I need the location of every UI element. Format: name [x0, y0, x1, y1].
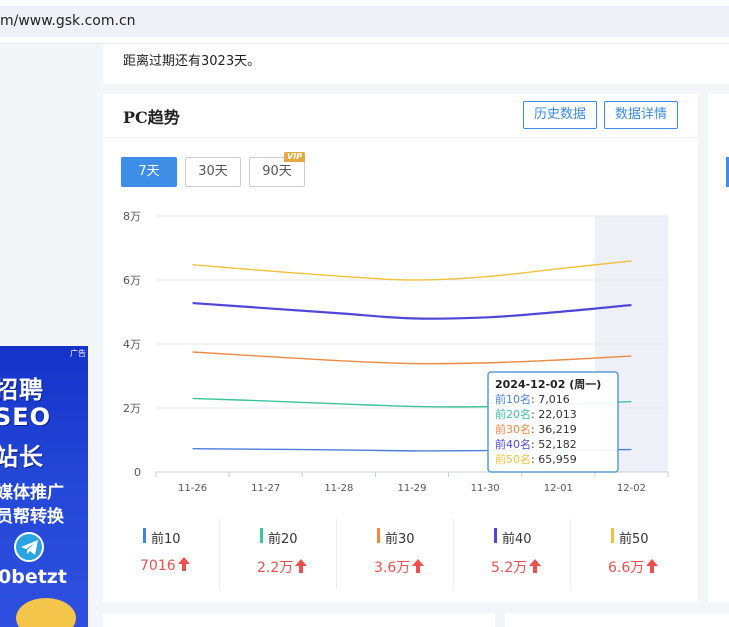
- vip-badge: VIP: [284, 152, 306, 162]
- tooltip-title: 2024-12-02 (周一): [495, 378, 601, 391]
- stat-label: 前50: [619, 532, 649, 547]
- pc-trend-card: PC趋势 历史数据 数据详情 7天 30天 90天 VIP 0 2万 4万 6万 8万 1…: [103, 94, 698, 603]
- x-tick-label: 11-26: [178, 483, 207, 494]
- history-data-button[interactable]: 历史数据: [523, 101, 597, 129]
- stats-row: 前10 7016 前20 2.2万 前30 3.6万 前40 5.2万 前50 6.6万: [103, 519, 698, 589]
- bottom-card-right: [505, 613, 729, 627]
- stat-value: 5.2万: [491, 557, 542, 577]
- card-title: PC趋势: [123, 108, 180, 127]
- y-tick-label: 8万: [123, 210, 141, 223]
- tooltip-row: 前30名: 36,219: [495, 422, 577, 436]
- adjacent-card: [708, 94, 729, 603]
- y-tick-label: 2万: [123, 402, 141, 415]
- stat-value: 7016: [140, 557, 190, 574]
- stat-label: 前20: [268, 532, 298, 547]
- stat-label: 前10: [151, 532, 181, 547]
- ad-mascot-image: [16, 598, 76, 627]
- x-tick-label: 11-29: [397, 483, 426, 494]
- stat-前10: 前10 7016: [103, 519, 220, 589]
- range-30-days-button[interactable]: 30天: [185, 157, 241, 187]
- ad-line-2: SEO: [0, 403, 52, 431]
- x-tick-label: 11-30: [471, 483, 500, 494]
- y-tick-label: 0: [134, 466, 141, 479]
- stat-前20: 前20 2.2万: [220, 519, 337, 589]
- x-tick-label: 11-28: [324, 483, 353, 494]
- expiry-notice-text: 距离过期还有3023天。: [123, 54, 261, 69]
- tooltip-row: 前10名: 7,016: [495, 392, 570, 406]
- ad-banner[interactable]: 广告 招聘 SEO 站长 媒体推广 员帮转换 0betzt: [0, 346, 88, 627]
- bottom-card-left: [103, 613, 495, 627]
- stat-label: 前40: [502, 532, 532, 547]
- x-tick-label: 11-27: [251, 483, 280, 494]
- y-tick-label: 6万: [123, 274, 141, 287]
- up-arrow-icon: [529, 559, 542, 573]
- stat-前30: 前30 3.6万: [337, 519, 454, 589]
- up-arrow-icon: [412, 559, 425, 573]
- series-line-前30: [192, 351, 632, 365]
- stat-value: 6.6万: [608, 557, 659, 577]
- up-arrow-icon: [646, 559, 659, 573]
- up-arrow-icon: [177, 557, 190, 571]
- up-arrow-icon: [295, 559, 308, 573]
- stat-前50: 前50 6.6万: [571, 519, 688, 589]
- ad-line-4: 媒体推广: [0, 483, 64, 503]
- url-field[interactable]: m/www.gsk.com.cn: [0, 6, 729, 37]
- tooltip-row: 前40名: 52,182: [495, 437, 577, 451]
- expiry-notice-card: 距离过期还有3023天。: [103, 44, 729, 84]
- ad-line-1: 招聘: [0, 376, 44, 404]
- tooltip-row: 前50名: 65,959: [495, 452, 577, 466]
- stat-前40: 前40 5.2万: [454, 519, 571, 589]
- card-header: PC趋势 历史数据 数据详情: [103, 94, 698, 138]
- stat-label: 前30: [385, 532, 415, 547]
- stat-value: 2.2万: [257, 557, 308, 577]
- series-line-前50: [192, 260, 632, 281]
- telegram-icon: [14, 532, 44, 562]
- data-detail-button[interactable]: 数据详情: [604, 101, 678, 129]
- y-tick-label: 4万: [123, 338, 141, 351]
- ad-line-3: 站长: [0, 443, 44, 471]
- trend-chart[interactable]: 0 2万 4万 6万 8万 11-26 11-27 11-28 11-29 11-30 12-01 1…: [103, 204, 698, 504]
- ad-handle: 0betzt: [0, 566, 67, 588]
- browser-address-bar: m/www.gsk.com.cn: [0, 0, 729, 44]
- x-tick-label: 12-01: [544, 483, 573, 494]
- stat-value: 3.6万: [374, 557, 425, 577]
- ad-line-5: 员帮转换: [0, 507, 64, 527]
- tooltip-row: 前20名: 22,013: [495, 407, 577, 421]
- ad-tag: 广告: [70, 349, 86, 358]
- range-7-days-button[interactable]: 7天: [121, 157, 177, 187]
- series-line-前40: [192, 301, 632, 320]
- x-tick-label: 12-02: [617, 483, 646, 494]
- chart-tooltip: 2024-12-02 (周一)前10名: 7,016前20名: 22,013前3…: [487, 371, 619, 473]
